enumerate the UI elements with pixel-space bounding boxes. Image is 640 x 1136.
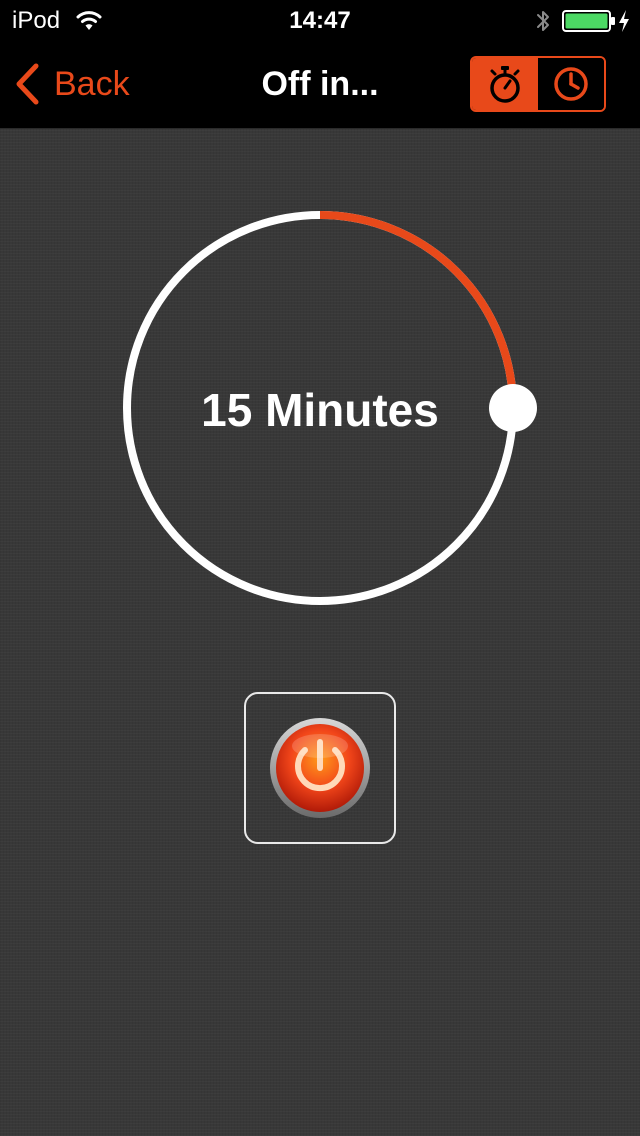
mode-segmented-control <box>470 56 606 112</box>
segment-countdown[interactable] <box>472 58 538 110</box>
screen: iPod 14:47 Back Off in... 15 Minutes <box>0 0 640 1136</box>
timer-value-label: 15 Minutes <box>201 384 439 436</box>
dial-progress-arc <box>319 211 517 409</box>
power-button[interactable] <box>244 692 396 844</box>
back-label: Back <box>54 65 130 103</box>
clock-icon <box>554 67 588 101</box>
segment-clock[interactable] <box>538 58 604 110</box>
back-chevron-icon <box>16 63 39 105</box>
navigation-bar: Back Off in... <box>0 40 640 129</box>
bluetooth-icon <box>537 11 549 31</box>
battery-icon <box>562 10 615 32</box>
status-bar: iPod 14:47 <box>0 0 640 40</box>
power-icon <box>270 718 370 818</box>
timer-dial[interactable]: 15 Minutes <box>90 178 550 638</box>
stopwatch-icon <box>490 66 520 103</box>
charging-bolt-icon <box>619 10 629 32</box>
page-title: Off in... <box>261 65 379 103</box>
back-button[interactable]: Back <box>14 60 130 108</box>
